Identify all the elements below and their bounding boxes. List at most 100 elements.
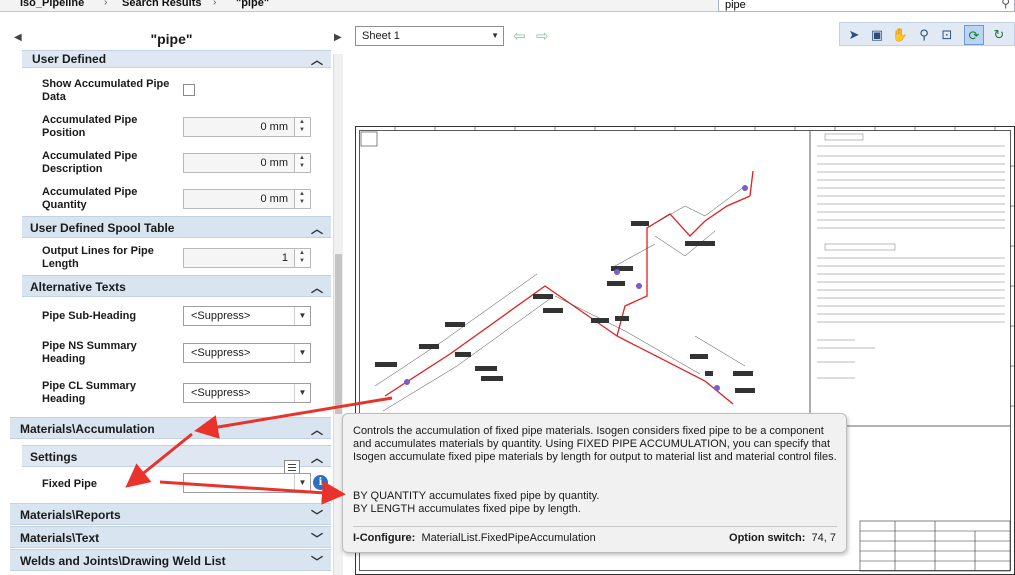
section-label: Materials\Reports: [20, 508, 121, 522]
output-lines-stepper[interactable]: 1 ▲ ▼: [183, 248, 311, 268]
output-lines-label: Output Lines for Pipe Length: [42, 245, 154, 270]
section-label: Materials\Text: [20, 531, 100, 545]
chevron-down-icon[interactable]: ▼: [299, 163, 305, 169]
tooltip-description: Controls the accumulation of fixed pipe …: [353, 425, 837, 463]
show-accumulated-pipe-data-label: Show Accumulated Pipe Data: [42, 78, 170, 103]
section-welds-and-joints[interactable]: Welds and Joints\Drawing Weld List ﹀: [10, 549, 331, 571]
stepper-buttons[interactable]: ▲ ▼: [294, 118, 310, 136]
stepper-buttons[interactable]: ▲ ▼: [294, 154, 310, 172]
breadcrumb-item-iso-pipeline[interactable]: Iso_Pipeline: [20, 0, 84, 9]
panel-header: ◀ "pipe" ▶: [0, 12, 343, 54]
section-user-defined[interactable]: User Defined ︿: [22, 50, 331, 68]
chevron-down-icon[interactable]: ﹀: [311, 530, 323, 547]
option-switch-value: 74, 7: [811, 532, 836, 544]
breadcrumb-item-search-results[interactable]: Search Results: [122, 0, 201, 9]
fit-view-icon[interactable]: ▣: [867, 25, 887, 45]
select-value: Sheet 1: [362, 30, 400, 42]
iconfigure-value: MaterialList.FixedPipeAccumulation: [421, 532, 596, 544]
chevron-down-icon[interactable]: ﹀: [311, 507, 323, 524]
pipe-sub-heading-select[interactable]: <Suppress> ▼: [183, 306, 311, 326]
search-icon[interactable]: ⚲: [1001, 0, 1010, 10]
sheet-select[interactable]: Sheet 1 ▼: [355, 26, 504, 46]
section-user-defined-spool-table[interactable]: User Defined Spool Table ︿: [22, 216, 331, 238]
chevron-down-icon[interactable]: ▼: [294, 384, 310, 402]
breadcrumb-separator-icon: ›: [213, 0, 217, 8]
chevron-up-icon[interactable]: ▲: [299, 191, 305, 197]
chevron-down-icon[interactable]: ▼: [294, 474, 310, 492]
chevron-down-icon[interactable]: ▼: [294, 344, 310, 362]
tooltip-option-switch: Option switch: 74, 7: [729, 532, 836, 545]
chevron-down-icon[interactable]: ▼: [299, 199, 305, 205]
select-value: <Suppress>: [191, 310, 251, 322]
previous-sheet-icon[interactable]: ⇦: [513, 27, 526, 45]
breadcrumb-item-pipe[interactable]: "pipe": [236, 0, 269, 9]
view-tools: ➤ ▣ ✋ ⚲ ⊡ ⟳ ↻: [839, 22, 1015, 46]
accumulated-pipe-description-stepper[interactable]: 0 mm ▲ ▼: [183, 153, 311, 173]
search-input[interactable]: [719, 0, 979, 11]
select-pointer-icon[interactable]: ➤: [844, 25, 864, 45]
section-label: Alternative Texts: [30, 280, 126, 294]
section-label: User Defined Spool Table: [30, 221, 175, 235]
section-alternative-texts[interactable]: Alternative Texts ︿: [22, 275, 331, 297]
accumulated-pipe-description-label: Accumulated Pipe Description: [42, 150, 138, 175]
info-icon[interactable]: i: [313, 475, 328, 490]
chevron-up-icon[interactable]: ︿: [311, 51, 323, 68]
section-materials-reports[interactable]: Materials\Reports ﹀: [10, 503, 331, 525]
chevron-up-icon[interactable]: ︿: [311, 220, 323, 237]
pipe-cl-summary-heading-label: Pipe CL Summary Heading: [42, 380, 136, 405]
accumulated-pipe-position-stepper[interactable]: 0 mm ▲ ▼: [183, 117, 311, 137]
search-box[interactable]: ⚲: [718, 0, 1015, 12]
settings-list-icon[interactable]: [284, 460, 300, 474]
section-label: Settings: [30, 450, 78, 464]
fixed-pipe-select[interactable]: ▼: [183, 473, 311, 493]
chevron-down-icon[interactable]: ▼: [491, 31, 499, 40]
pipe-cl-summary-heading-select[interactable]: <Suppress> ▼: [183, 383, 311, 403]
tooltip-divider: [353, 526, 837, 527]
section-materials-text[interactable]: Materials\Text ﹀: [10, 526, 331, 548]
pan-hand-icon[interactable]: ✋: [890, 25, 910, 45]
accumulated-pipe-quantity-stepper[interactable]: 0 mm ▲ ▼: [183, 189, 311, 209]
select-value: <Suppress>: [191, 347, 251, 359]
chevron-down-icon[interactable]: ▼: [294, 307, 310, 325]
chevron-up-icon[interactable]: ▲: [299, 250, 305, 256]
tooltip-option-by-length: BY LENGTH accumulates fixed pipe by leng…: [353, 503, 581, 515]
chevron-up-icon[interactable]: ︿: [311, 421, 323, 438]
refresh-sync-icon[interactable]: ⟳: [964, 25, 984, 45]
zoom-icon[interactable]: ⚲: [914, 25, 934, 45]
accumulated-pipe-position-label: Accumulated Pipe Position: [42, 114, 138, 139]
stepper-value: 1: [281, 252, 288, 264]
chevron-down-icon[interactable]: ▼: [299, 127, 305, 133]
section-label: Materials\Accumulation: [20, 422, 155, 436]
help-tooltip: Controls the accumulation of fixed pipe …: [342, 413, 847, 553]
tooltip-iconfigure: I-Configure: MaterialList.FixedPipeAccum…: [353, 532, 596, 545]
option-switch-label: Option switch:: [729, 532, 806, 544]
stepper-value: 0 mm: [260, 157, 289, 169]
fixed-pipe-label: Fixed Pipe: [42, 478, 98, 490]
chevron-up-icon[interactable]: ▲: [299, 119, 305, 125]
next-sheet-icon[interactable]: ⇨: [536, 27, 549, 45]
viewer-toolbar: Sheet 1 ▼ ⇦ ⇨ ➤ ▣ ✋ ⚲ ⊡ ⟳ ↻: [343, 12, 1015, 48]
section-label: Welds and Joints\Drawing Weld List: [20, 554, 226, 568]
tooltip-option-by-quantity: BY QUANTITY accumulates fixed pipe by qu…: [353, 490, 600, 502]
scrollbar-thumb[interactable]: [335, 254, 342, 414]
section-materials-accumulation[interactable]: Materials\Accumulation ︿: [10, 417, 331, 439]
accumulated-pipe-quantity-label: Accumulated Pipe Quantity: [42, 186, 138, 211]
breadcrumb-bar: Iso_Pipeline › Search Results › "pipe" ⚲: [0, 0, 1015, 12]
properties-panel: ◀ "pipe" ▶ User Defined ︿ Show Accumulat…: [0, 12, 343, 575]
select-value: <Suppress>: [191, 387, 251, 399]
stepper-buttons[interactable]: ▲ ▼: [294, 190, 310, 208]
pipe-ns-summary-heading-select[interactable]: <Suppress> ▼: [183, 343, 311, 363]
nav-forward-icon[interactable]: ▶: [334, 32, 342, 43]
chevron-up-icon[interactable]: ▲: [299, 155, 305, 161]
show-accumulated-pipe-data-checkbox[interactable]: [183, 84, 195, 96]
chevron-down-icon[interactable]: ﹀: [311, 553, 323, 570]
chevron-down-icon[interactable]: ▼: [299, 258, 305, 264]
reload-icon[interactable]: ↻: [989, 25, 1009, 45]
panel-title: "pipe": [150, 31, 193, 47]
breadcrumb-separator-icon: ›: [104, 0, 108, 8]
chevron-up-icon[interactable]: ︿: [311, 449, 323, 466]
chevron-up-icon[interactable]: ︿: [311, 279, 323, 296]
stepper-value: 0 mm: [260, 121, 289, 133]
stepper-buttons[interactable]: ▲ ▼: [294, 249, 310, 267]
zoom-window-icon[interactable]: ⊡: [937, 25, 957, 45]
